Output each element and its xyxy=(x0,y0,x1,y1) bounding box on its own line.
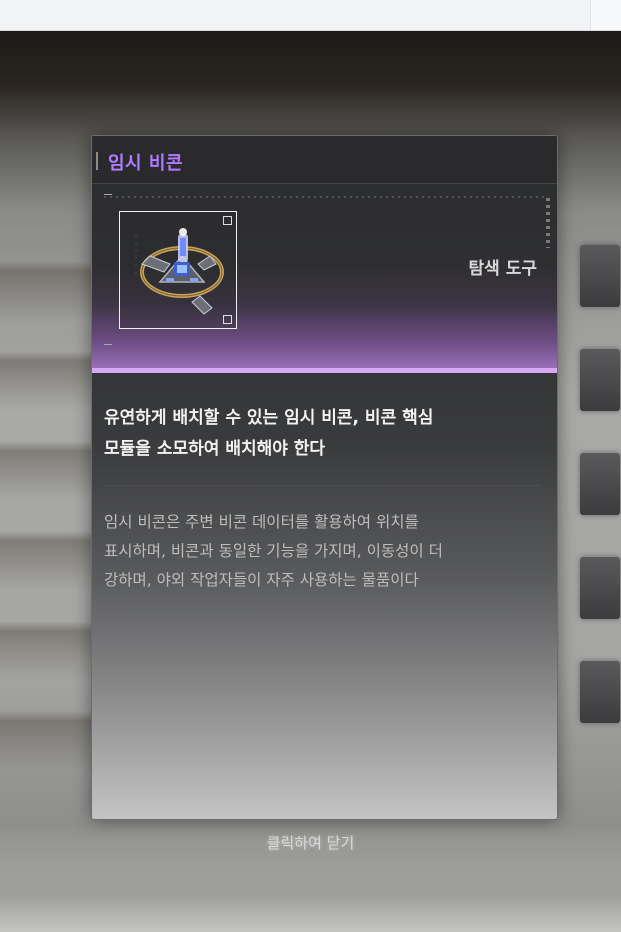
item-category: 탐색 도구 xyxy=(468,259,537,279)
background-item-tile xyxy=(580,453,620,515)
item-name: 임시 비콘 xyxy=(108,153,184,174)
item-description-line: 표시하며, 비콘과 동일한 기능을 가지며, 이동성이 더 xyxy=(104,542,443,560)
item-description-line: 임시 비콘은 주변 비콘 데이터를 활용하여 위치를 xyxy=(104,513,419,531)
background-item-tile xyxy=(580,349,620,411)
item-icon-frame: · · · · · · xyxy=(119,211,237,329)
rarity-band xyxy=(92,368,557,373)
hero-tick xyxy=(104,194,112,195)
header-accent-bar xyxy=(96,152,98,170)
background-item-tile xyxy=(580,661,620,723)
hero-dotted-line xyxy=(104,196,544,198)
close-hint-button[interactable]: 클릭하여 닫기 xyxy=(0,832,621,853)
item-description: 임시 비콘은 주변 비콘 데이터를 활용하여 위치를 표시하며, 비콘과 동일한… xyxy=(104,508,544,595)
hero-side-marks xyxy=(546,198,550,248)
item-summary-line: 유연하게 배치할 수 있는 임시 비콘, 비콘 핵심 xyxy=(104,408,434,428)
item-summary-line: 모듈을 소모하여 배치해야 한다 xyxy=(104,439,326,459)
item-description-line: 강하며, 야외 작업자들이 자주 사용하는 물품이다 xyxy=(104,571,419,589)
card-header: 임시 비콘 xyxy=(92,136,557,184)
background-bottom-fade xyxy=(0,842,621,932)
browser-top-bar xyxy=(0,0,621,31)
beacon-icon: · · · · · · xyxy=(133,228,224,315)
svg-text:· · · · · ·: · · · · · · xyxy=(133,234,140,274)
item-summary: 유연하게 배치할 수 있는 임시 비콘, 비콘 핵심 모듈을 소모하여 배치해야… xyxy=(104,403,544,465)
hero-tick xyxy=(104,344,112,345)
background-item-tile xyxy=(580,557,620,619)
background-item-tile xyxy=(580,245,620,307)
background-item-column-left xyxy=(0,231,95,791)
item-detail-card[interactable]: 임시 비콘 탐색 도구 · · · · · · 유연하게 배치할 수 있는 임시… xyxy=(91,135,558,820)
background-item-column-right xyxy=(556,231,621,791)
browser-top-bar-edge xyxy=(590,0,621,30)
section-divider xyxy=(104,485,541,486)
